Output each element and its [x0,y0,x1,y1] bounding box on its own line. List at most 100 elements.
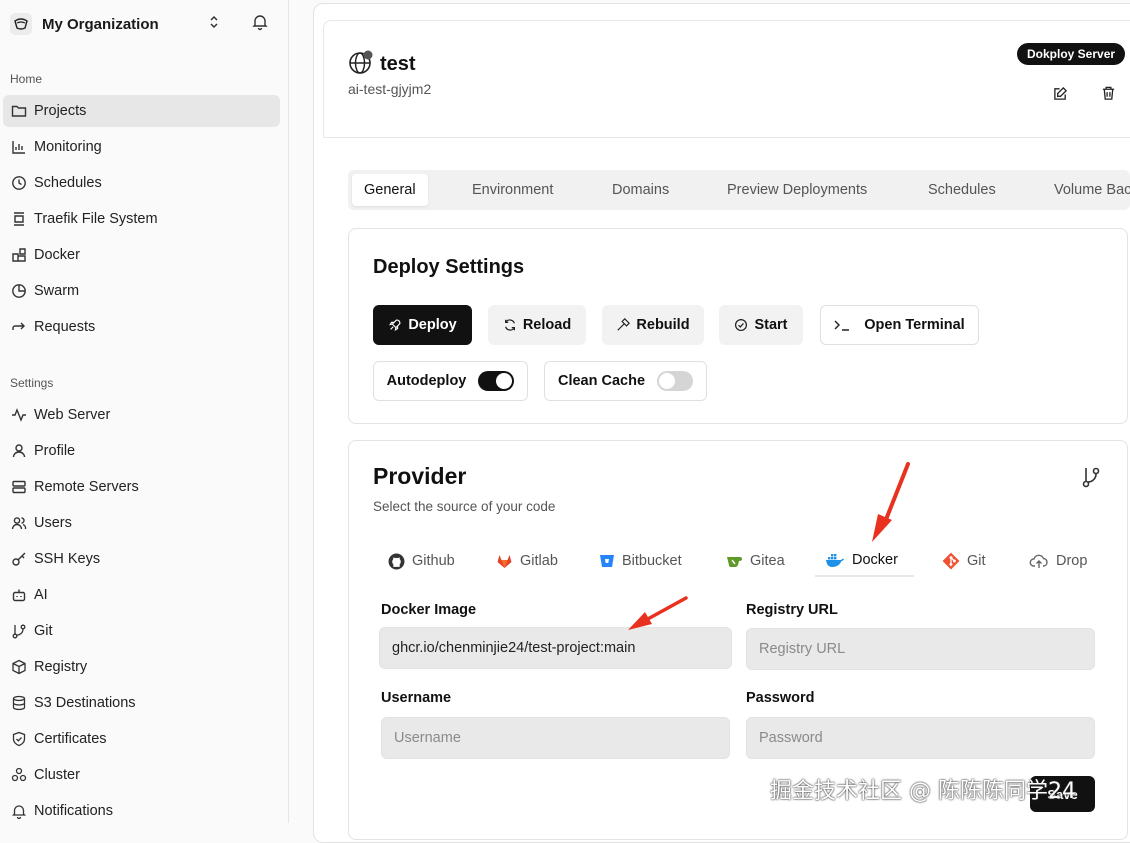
sidebar-item-swarm[interactable]: Swarm [3,275,280,307]
provider-tab-label: Github [412,553,455,569]
edit-icon [1053,86,1067,100]
sidebar-item-schedules[interactable]: Schedules [3,167,280,199]
sidebar-item-remote-servers[interactable]: Remote Servers [3,471,280,503]
sidebar-item-label: Remote Servers [34,478,139,495]
registry-url-input[interactable]: Registry URL [746,628,1095,670]
notifications-bell-icon[interactable] [252,13,268,36]
autodeploy-control: Autodeploy [373,361,528,401]
autodeploy-toggle[interactable] [478,371,515,391]
start-label: Start [754,317,788,333]
sidebar-item-git[interactable]: Git [3,615,280,647]
open-terminal-button[interactable]: Open Terminal [820,305,979,345]
clean-cache-control: Clean Cache [544,361,707,401]
cloud-upload-icon [1029,554,1048,568]
git-branch-icon [1082,467,1100,488]
provider-tab-gitea[interactable]: Gitea [716,545,795,577]
user-icon [12,444,26,458]
arrow-right-icon [12,322,25,330]
org-name: My Organization [42,15,159,33]
edit-button[interactable] [1049,82,1071,104]
sidebar-item-label: S3 Destinations [34,694,136,711]
tab-general[interactable]: General [352,174,428,206]
git-icon [942,552,960,570]
sidebar-item-label: SSH Keys [34,550,101,567]
provider-tab-drop[interactable]: Drop [1019,545,1097,577]
section-settings: Settings [10,376,54,390]
sidebar-item-ai[interactable]: AI [3,579,280,611]
server-badge: Dokploy Server [1017,43,1126,65]
rebuild-label: Rebuild [636,317,690,333]
deploy-button[interactable]: Deploy [373,305,472,345]
provider-tab-github[interactable]: Github [378,545,465,577]
sidebar-item-web-server[interactable]: Web Server [3,399,280,431]
sidebar-item-label: Projects [34,102,87,119]
git-branch-icon [12,624,26,639]
sidebar-item-label: Certificates [34,730,107,747]
chevron-up-down-icon[interactable] [208,14,220,35]
sidebar-item-label: Monitoring [34,138,102,155]
docker-icon [826,554,844,567]
tab-volume-backups[interactable]: Volume Backups [1042,174,1130,206]
blocks-icon [12,248,26,262]
tab-preview-deployments[interactable]: Preview Deployments [715,174,879,206]
sidebar-item-label: Schedules [34,174,102,191]
start-button[interactable]: Start [719,305,803,345]
sidebar-item-registry[interactable]: Registry [3,651,280,683]
package-icon [12,659,26,675]
github-icon [388,553,405,569]
chart-icon [12,141,25,154]
sidebar-item-traefik[interactable]: Traefik File System [3,203,280,235]
page-title: test [380,53,416,75]
toggle-knob [659,373,676,389]
deploy-label: Deploy [408,317,457,333]
autodeploy-label: Autodeploy [386,373,467,389]
sidebar-item-s3[interactable]: S3 Destinations [3,687,280,719]
tab-domains[interactable]: Domains [600,174,681,206]
sidebar-item-label: Web Server [34,406,111,423]
sidebar-item-projects[interactable]: Projects [3,95,280,127]
rebuild-button[interactable]: Rebuild [602,305,704,345]
sidebar-item-label: Profile [34,442,76,459]
docker-image-label: Docker Image [381,602,477,618]
reload-button[interactable]: Reload [488,305,586,345]
sidebar-item-docker[interactable]: Docker [3,239,280,271]
git-branch-button[interactable] [1080,466,1102,488]
users-icon [11,517,27,530]
clean-cache-toggle[interactable] [657,371,694,391]
sidebar-item-notifications[interactable]: Notifications [3,795,280,827]
delete-button[interactable] [1097,82,1119,104]
bitbucket-icon [600,555,614,567]
shield-icon [12,731,26,747]
provider-tab-label: Git [967,553,986,569]
sidebar-item-label: AI [34,586,48,603]
watermark: 掘金技术社区 @ 陈陈陈同学24 [770,779,1076,804]
provider-tab-docker[interactable]: Docker [815,545,914,577]
provider-tab-label: Docker [852,552,898,568]
sidebar-item-users[interactable]: Users [3,507,280,539]
gitea-icon [727,557,742,567]
tab-environment[interactable]: Environment [460,174,565,206]
database-icon [12,695,26,711]
toggle-knob [496,373,513,389]
sidebar-item-certificates[interactable]: Certificates [3,723,280,755]
sidebar-item-label: Swarm [34,282,80,299]
service-app-name: ai-test-gjyjm2 [348,81,432,97]
sidebar-item-ssh-keys[interactable]: SSH Keys [3,543,280,575]
provider-tab-gitlab[interactable]: Gitlab [486,545,568,577]
key-icon [12,552,26,566]
username-input[interactable]: Username [381,717,730,759]
password-input[interactable]: Password [746,717,1095,759]
sidebar-item-profile[interactable]: Profile [3,435,280,467]
file-system-icon [14,212,24,226]
provider-tab-bitbucket[interactable]: Bitbucket [589,545,692,577]
provider-tab-git[interactable]: Git [932,545,996,577]
sidebar-item-monitoring[interactable]: Monitoring [3,131,280,163]
sidebar-item-requests[interactable]: Requests [3,311,280,343]
org-switcher[interactable]: My Organization [10,10,275,38]
open-terminal-label: Open Terminal [864,317,965,333]
docker-image-input[interactable]: ghcr.io/chenminjie24/test-project:main [379,627,732,669]
tab-schedules[interactable]: Schedules [916,174,1008,206]
sidebar-item-cluster[interactable]: Cluster [3,759,280,791]
gitlab-icon [497,555,512,568]
cluster-icon [11,767,27,782]
